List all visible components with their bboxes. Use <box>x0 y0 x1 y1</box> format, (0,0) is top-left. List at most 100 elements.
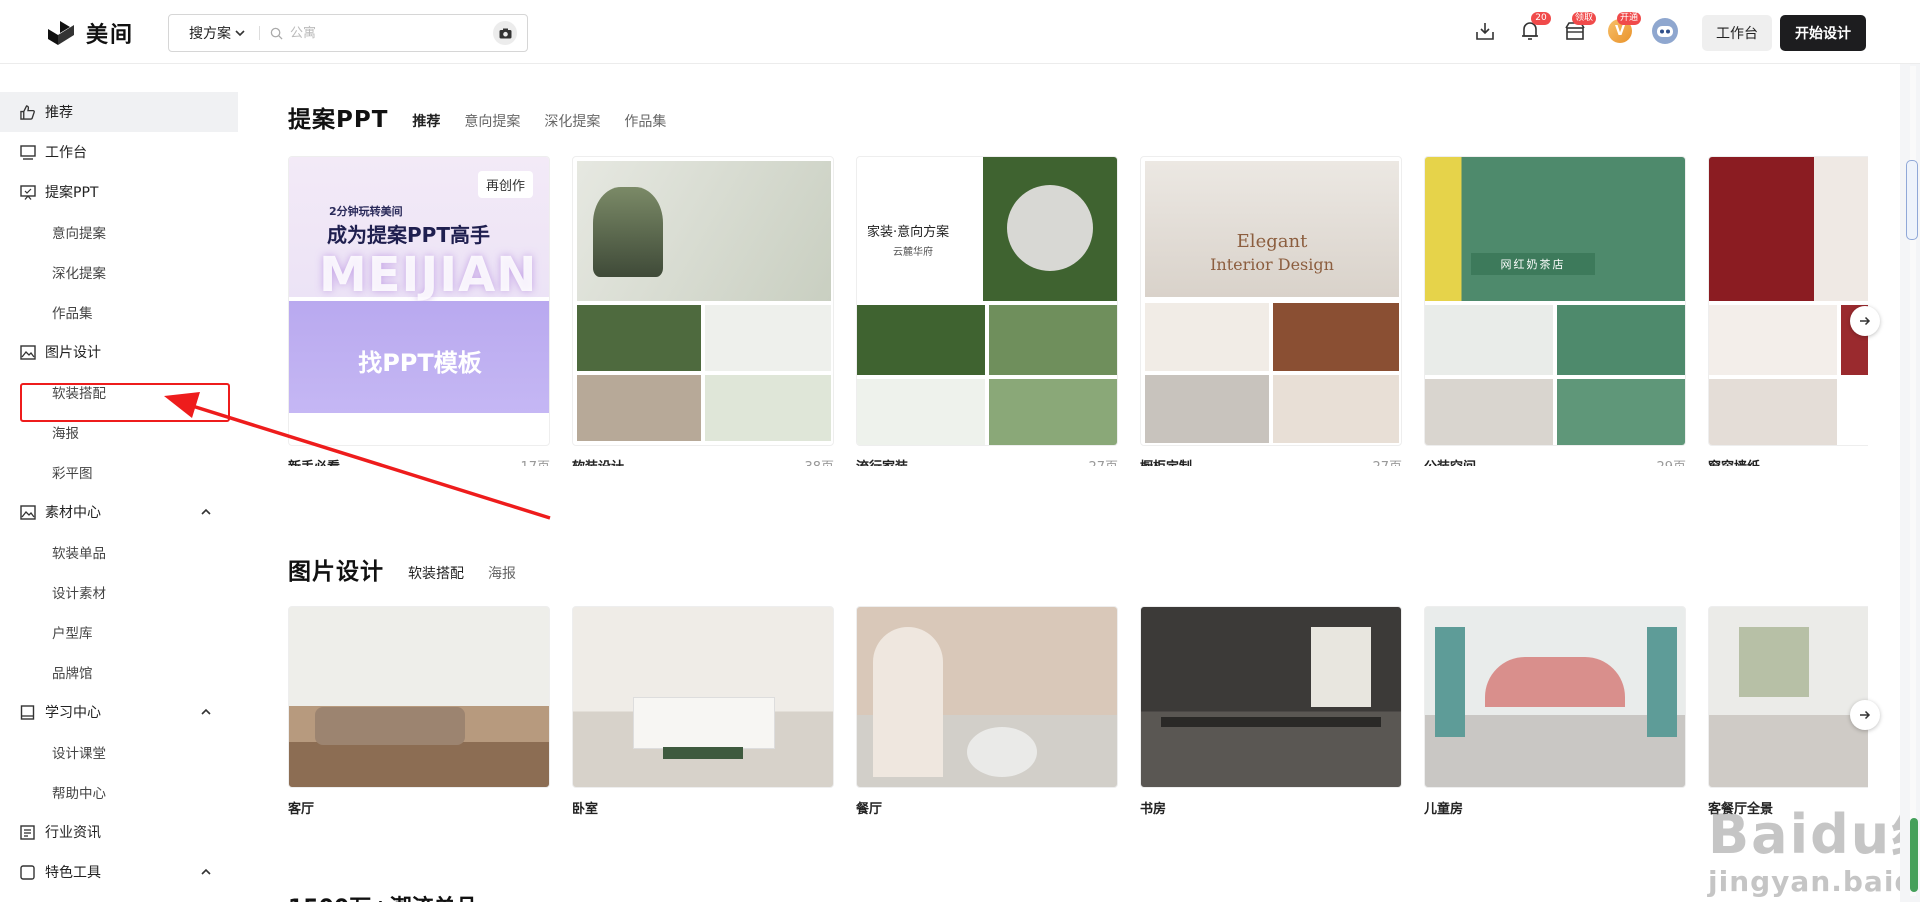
banner-en-text: MEIJIAN <box>319 247 538 303</box>
card-page-count: 29页 <box>1656 456 1686 466</box>
annotation-highlight-box <box>20 383 230 422</box>
card-thumbnail: Elegant Interior Design <box>1140 156 1402 446</box>
search-input[interactable] <box>288 24 493 42</box>
ppt-section-header: 提案PPT 推荐 意向提案 深化提案 作品集 <box>288 100 690 134</box>
recreate-button[interactable]: 再创作 <box>477 171 533 198</box>
arch-shape <box>873 627 943 777</box>
card-thumbnail <box>1424 606 1686 788</box>
page-thumb <box>1145 303 1269 371</box>
shop-badge: 领取 <box>1571 12 1596 25</box>
banner-small-text: 2分钟玩转美间 <box>329 205 403 218</box>
cover-title: 网红奶茶店 <box>1471 253 1595 275</box>
ppt-card[interactable]: 2分钟玩转美间 成为提案PPT高手 MEIJIAN 找PPT模板 再创作 新手必… <box>288 156 550 466</box>
vip-button[interactable]: V 开通 <box>1605 12 1641 46</box>
start-design-button[interactable]: 开始设计 <box>1780 15 1866 51</box>
sidebar-item-intent-proposal[interactable]: 意向提案 <box>0 212 238 252</box>
sidebar-item-special-tools[interactable]: 特色工具 <box>0 852 238 892</box>
chevron-up-icon[interactable] <box>200 866 212 878</box>
sidebar-item-help-center[interactable]: 帮助中心 <box>0 772 238 812</box>
image-icon <box>20 344 36 360</box>
sidebar-item-design-course[interactable]: 设计课堂 <box>0 732 238 772</box>
tab-deep-proposal[interactable]: 深化提案 <box>544 111 600 134</box>
cover-photo-circle <box>1007 185 1093 271</box>
tab-poster[interactable]: 海报 <box>488 563 516 586</box>
logo[interactable]: 美间 <box>46 18 134 48</box>
page-thumb <box>705 375 831 441</box>
card-meta: 公装空间 29页 <box>1424 456 1686 466</box>
search-type-dropdown[interactable]: 搜方案 <box>169 23 253 43</box>
image-card[interactable]: 书房 <box>1140 606 1402 817</box>
ppt-next-arrow-button[interactable] <box>1850 306 1880 336</box>
image-card[interactable]: 卧室 <box>572 606 834 817</box>
sidebar-item-workbench[interactable]: 工作台 <box>0 132 238 172</box>
ppt-card[interactable]: 软装设计 38页 <box>572 156 834 466</box>
page-thumb <box>1425 379 1553 445</box>
baidu-watermark: Baidu经验 jingyan.baidu.com <box>1708 790 1900 898</box>
sidebar-item-proposal-ppt[interactable]: 提案PPT <box>0 172 238 212</box>
sidebar-item-portfolio[interactable]: 作品集 <box>0 292 238 332</box>
ppt-card[interactable]: 家装·意向方案 云麓华府 流行家装 27页 <box>856 156 1118 466</box>
sidebar-item-label: 素材中心 <box>45 505 101 521</box>
image-card[interactable]: 餐厅 <box>856 606 1118 817</box>
sidebar-item-industry-news[interactable]: 行业资讯 <box>0 812 238 852</box>
sidebar-item-color-plan[interactable]: 彩平图 <box>0 452 238 492</box>
sidebar-item-material-center[interactable]: 素材中心 <box>0 492 238 532</box>
download-button[interactable] <box>1470 16 1500 46</box>
card-title: 卧室 <box>572 802 599 817</box>
user-avatar-button[interactable] <box>1650 16 1680 46</box>
sidebar-item-brands[interactable]: 品牌馆 <box>0 652 238 692</box>
image-card[interactable]: 客厅 <box>288 606 550 817</box>
chevron-up-icon[interactable] <box>200 706 212 718</box>
card-page-count: 38页 <box>804 456 834 466</box>
ppt-card[interactable]: Elegant Interior Design 橱柜定制 27页 <box>1140 156 1402 466</box>
page-thumb <box>857 305 985 375</box>
cover-page <box>1709 157 1868 301</box>
ppt-card-row: 2分钟玩转美间 成为提案PPT高手 MEIJIAN 找PPT模板 再创作 新手必… <box>288 156 1868 466</box>
page-thumb <box>1273 375 1399 443</box>
sidebar-item-label: 工作台 <box>45 145 87 161</box>
shop-button[interactable]: 领取 <box>1560 12 1596 46</box>
image-search-button[interactable] <box>493 21 517 45</box>
sidebar-item-deep-proposal[interactable]: 深化提案 <box>0 252 238 292</box>
sidebar-item-soft-products[interactable]: 软装单品 <box>0 532 238 572</box>
tab-portfolio[interactable]: 作品集 <box>624 111 666 134</box>
book-icon <box>20 704 36 720</box>
card-thumbnail: 2分钟玩转美间 成为提案PPT高手 MEIJIAN 找PPT模板 再创作 <box>288 156 550 446</box>
logo-text: 美间 <box>86 23 135 48</box>
cover-title: Elegant <box>1236 231 1308 252</box>
image-card[interactable]: 儿童房 <box>1424 606 1686 817</box>
notification-button[interactable]: 20 <box>1515 12 1551 46</box>
sidebar-item-design-materials[interactable]: 设计素材 <box>0 572 238 612</box>
card-thumbnail <box>856 606 1118 788</box>
arrow-right-icon <box>1860 316 1871 326</box>
sidebar-item-label: 行业资讯 <box>45 825 101 841</box>
ppt-card[interactable]: 网红奶茶店 公装空间 29页 <box>1424 156 1686 466</box>
page-thumb <box>857 379 985 445</box>
cover-page <box>1425 157 1685 301</box>
tab-recommend[interactable]: 推荐 <box>412 111 440 134</box>
card-meta: 餐厅 <box>856 798 1118 817</box>
image-card[interactable]: 客餐厅全景 <box>1708 606 1868 817</box>
workbench-button[interactable]: 工作台 <box>1702 15 1772 51</box>
sidebar-item-learning-center[interactable]: 学习中心 <box>0 692 238 732</box>
sidebar-item-recommend[interactable]: 推荐 <box>0 92 238 132</box>
sidebar-item-label: 学习中心 <box>45 705 101 721</box>
tab-intent-proposal[interactable]: 意向提案 <box>464 111 520 134</box>
page-thumb <box>577 305 701 371</box>
search-icon <box>270 27 283 40</box>
scroll-thumb[interactable] <box>1906 160 1918 240</box>
sidebar: 推荐 工作台 提案PPT 意向提案 深化提案 作品集 图片设计 软装搭配 海报 … <box>0 64 238 902</box>
tab-soft-decoration[interactable]: 软装搭配 <box>408 563 464 586</box>
art-frame <box>1311 627 1371 707</box>
sidebar-item-floorplans[interactable]: 户型库 <box>0 612 238 652</box>
cover-subtitle: Interior Design <box>1210 255 1334 274</box>
ppt-card[interactable]: 窗帘墙纸 <box>1708 156 1868 466</box>
sidebar-item-image-design[interactable]: 图片设计 <box>0 332 238 372</box>
card-page-count: 17页 <box>520 456 550 466</box>
news-icon <box>20 824 36 840</box>
chevron-up-icon[interactable] <box>200 506 212 518</box>
cover-title: 家装·意向方案 <box>867 225 950 240</box>
vip-badge: 开通 <box>1616 12 1641 25</box>
image-next-arrow-button[interactable] <box>1850 700 1880 730</box>
